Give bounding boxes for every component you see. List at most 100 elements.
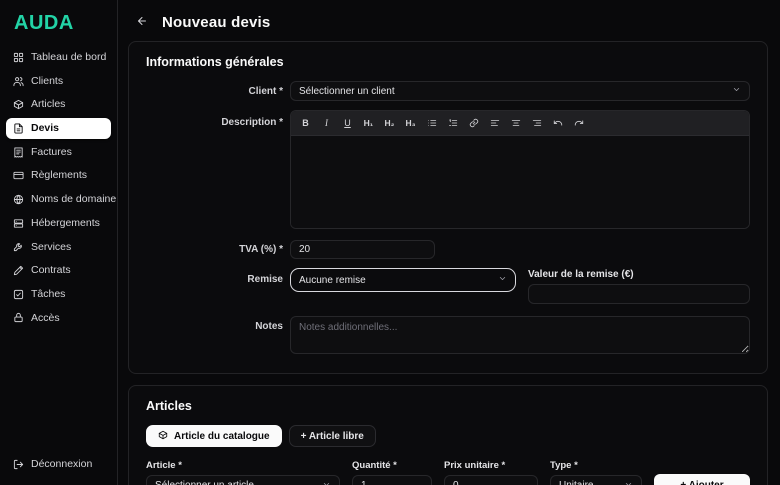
tva-row: TVA (%) * (146, 239, 750, 259)
remise-select[interactable]: Aucune remise (290, 268, 516, 292)
bold-button[interactable]: B (296, 114, 315, 133)
heading-1-button[interactable]: H₁ (359, 114, 378, 133)
undo-button[interactable] (548, 114, 567, 133)
articles-card: Articles Article du catalogue + Article … (128, 385, 768, 485)
tva-label: TVA (%) * (239, 244, 283, 255)
italic-button[interactable]: I (317, 114, 336, 133)
sidebar-item-label: Services (31, 240, 72, 253)
client-label: Client * (248, 86, 283, 97)
align-center-button[interactable] (506, 114, 525, 133)
sidebar-item-acces[interactable]: Accès (6, 308, 111, 329)
underline-button[interactable]: U (338, 114, 357, 133)
type-select[interactable]: Unitaire (550, 475, 642, 485)
align-right-button[interactable] (527, 114, 546, 133)
heading-2-button[interactable]: H₂ (380, 114, 399, 133)
chevron-down-icon (624, 480, 633, 485)
notes-row: Notes (146, 316, 750, 359)
sidebar-item-label: Contrats (31, 264, 71, 277)
description-row: Description * B I U H₁ H₂ H₃ (146, 110, 750, 229)
file-text-icon (13, 123, 24, 134)
sidebar-item-tableau-de-bord[interactable]: Tableau de bord (6, 47, 111, 68)
sidebar-item-clients[interactable]: Clients (6, 71, 111, 92)
sidebar-item-label: Noms de domaine (31, 193, 117, 206)
sidebar-item-taches[interactable]: Tâches (6, 284, 111, 305)
lock-icon (13, 312, 24, 323)
sidebar-item-label: Tâches (31, 287, 66, 300)
unit-price-input[interactable] (444, 475, 538, 485)
article-select[interactable]: Sélectionner un article (146, 475, 340, 485)
add-article-button[interactable]: + Ajouter (654, 474, 750, 485)
remise-select-value: Aucune remise (299, 274, 366, 286)
sidebar-item-label: Hébergements (31, 216, 100, 229)
link-button[interactable] (464, 114, 483, 133)
sidebar: AUDA Tableau de bord Clients Articles Devis… (0, 0, 118, 485)
sidebar-item-label: Tableau de bord (31, 51, 107, 63)
package-icon (158, 430, 168, 443)
pen-icon (13, 265, 24, 276)
sidebar-item-articles[interactable]: Articles (6, 94, 111, 115)
sidebar-item-factures[interactable]: Factures (6, 142, 111, 163)
article-label: Article * (146, 460, 182, 471)
page-header: Nouveau devis (128, 0, 768, 41)
sidebar-item-hebergements[interactable]: Hébergements (6, 213, 111, 234)
type-label: Type * (550, 460, 578, 471)
notes-label: Notes (255, 321, 283, 332)
app: AUDA Tableau de bord Clients Articles Devis… (0, 0, 780, 485)
sidebar-item-contrats[interactable]: Contrats (6, 260, 111, 281)
general-info-card: Informations générales Client * Sélectio… (128, 41, 768, 374)
align-left-button[interactable] (485, 114, 504, 133)
package-icon (13, 99, 24, 110)
articles-title: Articles (146, 399, 192, 413)
editor-toolbar: B I U H₁ H₂ H₃ (291, 111, 749, 136)
tab-article-catalogue[interactable]: Article du catalogue (146, 425, 282, 447)
logout-icon (13, 459, 24, 470)
app-logo: AUDA (14, 12, 74, 34)
sidebar-item-label: Devis (31, 122, 60, 135)
tab-label: Article du catalogue (174, 430, 270, 442)
sidebar-item-noms-de-domaine[interactable]: Noms de domaine (6, 189, 116, 210)
chevron-down-icon (498, 274, 507, 286)
heading-3-button[interactable]: H₃ (401, 114, 420, 133)
general-info-title: Informations générales (146, 55, 284, 69)
chevron-down-icon (732, 85, 741, 97)
unit-price-label: Prix unitaire * (444, 460, 506, 471)
chevron-down-icon (322, 480, 331, 485)
credit-card-icon (13, 170, 24, 181)
tva-input[interactable] (290, 240, 435, 259)
back-button[interactable] (134, 13, 150, 32)
article-form-row: Article * Sélectionner un article Quanti… (146, 460, 750, 485)
remise-amount-label: Valeur de la remise (€) (528, 269, 634, 280)
main-content: Nouveau devis Informations générales Cli… (118, 0, 780, 485)
article-mode-tabs: Article du catalogue + Article libre (146, 425, 750, 447)
description-editor: B I U H₁ H₂ H₃ (290, 110, 750, 229)
tab-label: + Article libre (300, 430, 364, 442)
server-icon (13, 218, 24, 229)
receipt-icon (13, 147, 24, 158)
sidebar-item-label: Articles (31, 98, 66, 111)
client-select-value: Sélectionner un client (299, 85, 395, 97)
sidebar-item-label: Factures (31, 145, 72, 158)
globe-icon (13, 194, 24, 205)
sidebar-item-services[interactable]: Services (6, 237, 111, 258)
remise-label: Remise (247, 274, 283, 285)
description-editor-body[interactable] (291, 136, 749, 228)
sidebar-item-reglements[interactable]: Règlements (6, 165, 111, 186)
remise-row: Remise Aucune remise Valeur de la remise… (146, 268, 750, 304)
sidebar-item-label: Déconnexion (31, 458, 93, 471)
ordered-list-button[interactable] (443, 114, 462, 133)
sidebar-item-devis[interactable]: Devis (6, 118, 111, 139)
redo-button[interactable] (569, 114, 588, 133)
article-select-value: Sélectionner un article (155, 480, 254, 485)
notes-textarea[interactable] (290, 316, 750, 354)
client-select[interactable]: Sélectionner un client (290, 81, 750, 101)
sidebar-item-deconnexion[interactable]: Déconnexion (6, 454, 111, 475)
type-select-value: Unitaire (559, 480, 593, 485)
remise-amount-input[interactable] (528, 284, 750, 304)
tab-article-libre[interactable]: + Article libre (288, 425, 376, 447)
sidebar-item-label: Accès (31, 311, 60, 324)
quantity-label: Quantité * (352, 460, 397, 471)
page-title: Nouveau devis (162, 14, 271, 31)
wrench-icon (13, 241, 24, 252)
quantity-input[interactable] (352, 475, 432, 485)
bullet-list-button[interactable] (422, 114, 441, 133)
